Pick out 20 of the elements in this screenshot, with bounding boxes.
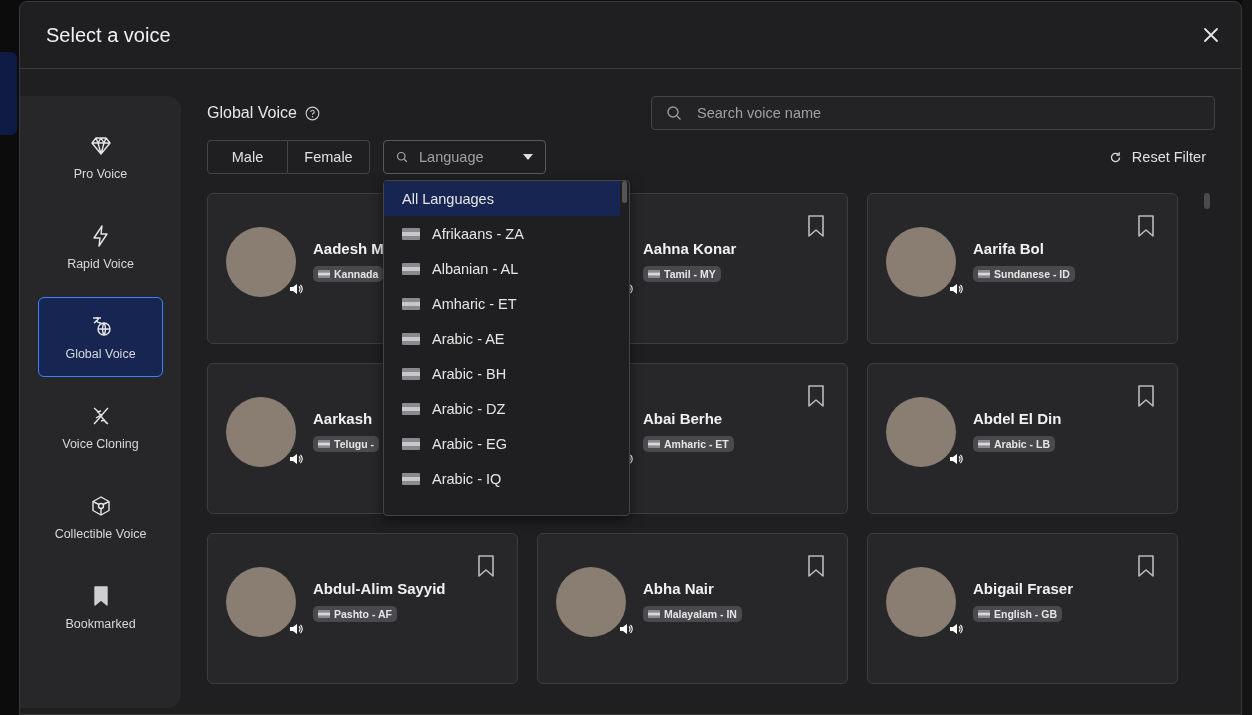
voice-name: Abigail Fraser [973, 580, 1074, 597]
language-label: Amharic - ET [664, 438, 729, 450]
language-label: Pashto - AF [334, 608, 392, 620]
voice-name: Abdel El Din [973, 410, 1062, 427]
section-title: Global Voice [207, 104, 297, 122]
voice-name: Abai Berhe [643, 410, 724, 427]
language-label: English - GB [994, 608, 1057, 620]
language-label: Malayalam - IN [664, 608, 737, 620]
voice-name: Abdul-Alim Sayyid [313, 580, 446, 597]
language-label: Tamil - MY [664, 268, 716, 280]
voice-name: Aarkash [313, 410, 374, 427]
language-label: Arabic - LB [994, 438, 1050, 450]
voice-name: Aadesh M [313, 240, 384, 257]
voice-name: Abha Nair [643, 580, 715, 597]
voice-name: Aahna Konar [643, 240, 737, 257]
dialog-title: Select a voice [46, 23, 171, 47]
language-label: Telugu - [334, 438, 375, 450]
language-label: Kannada [334, 268, 379, 280]
language-label: Sundanese - ID [994, 268, 1070, 280]
voice-name: Aarifa Bol [973, 240, 1045, 257]
